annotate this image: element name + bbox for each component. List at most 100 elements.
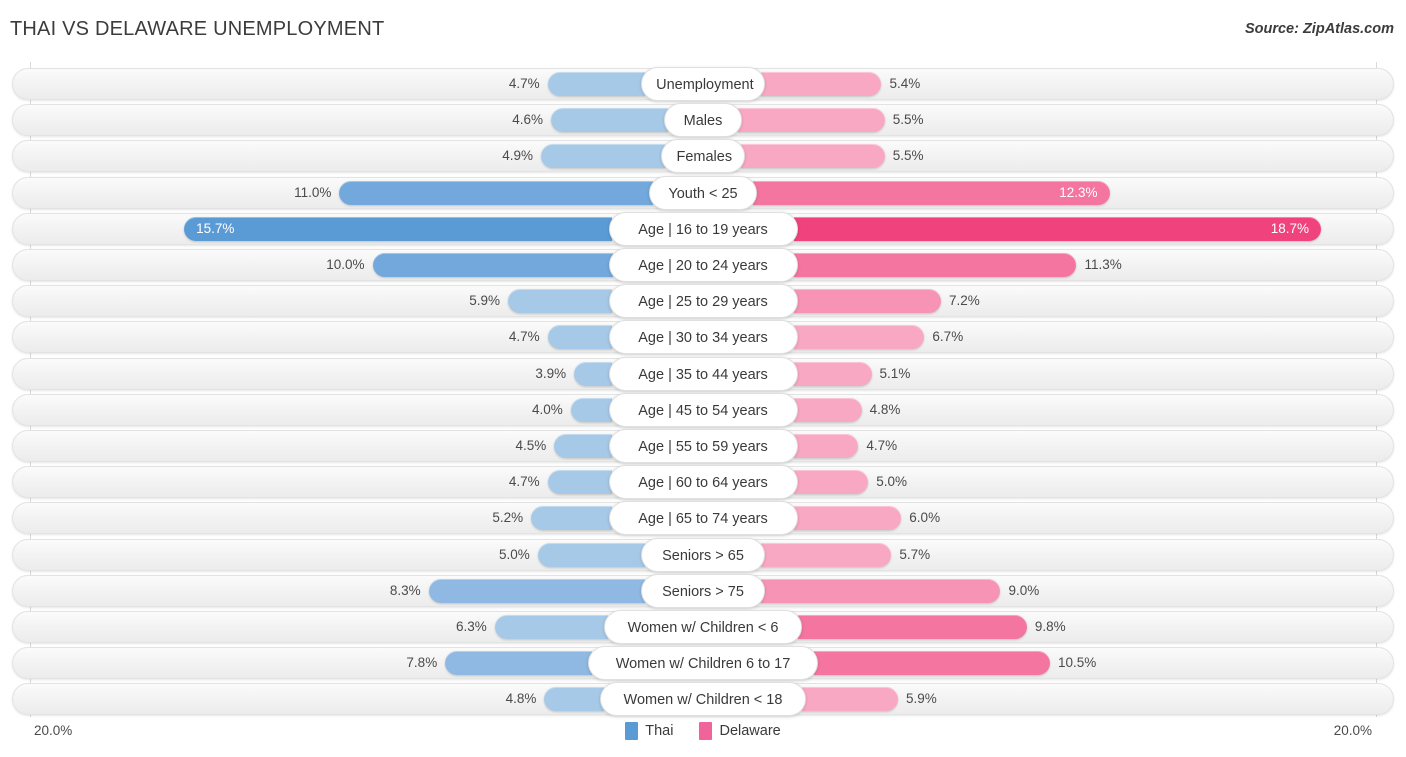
value-label-thai: 10.0% xyxy=(326,257,365,272)
table-row[interactable]: 7.8% 10.5% Women w/ Children 6 to 17 xyxy=(12,646,1394,681)
value-label-delaware: 18.7% xyxy=(1270,220,1310,236)
value-label-thai: 4.7% xyxy=(508,76,540,91)
chart-plot-area: 4.7% 5.4% Unemployment 4.6% 5.5% Males 4.9% 5.5… xyxy=(0,62,1406,717)
bar-delaware[interactable] xyxy=(760,72,882,96)
bar-thai[interactable] xyxy=(541,144,666,169)
row-category-label: Age | 20 to 24 years xyxy=(608,248,798,282)
table-row[interactable]: 5.9% 7.2% Age | 25 to 29 years xyxy=(12,284,1394,319)
value-label-delaware: 9.8% xyxy=(1034,619,1066,634)
row-category-label: Age | 25 to 29 years xyxy=(608,284,798,319)
bar-thai[interactable] xyxy=(372,253,613,277)
bar-delaware[interactable] xyxy=(740,144,885,169)
table-row[interactable]: 3.9% 5.1% Age | 35 to 44 years xyxy=(12,356,1394,391)
bar-thai[interactable] xyxy=(547,72,646,96)
value-label-delaware: 7.2% xyxy=(948,293,980,309)
value-label-delaware: 5.4% xyxy=(889,76,921,91)
value-label-thai: 5.2% xyxy=(492,510,524,526)
value-label-thai: 4.7% xyxy=(508,329,540,345)
value-label-thai: 4.7% xyxy=(508,474,540,490)
legend-item-thai[interactable]: Thai xyxy=(625,722,673,740)
bar-delaware[interactable] xyxy=(793,325,925,350)
legend-swatch-icon xyxy=(699,722,713,740)
value-label-thai: 5.9% xyxy=(469,293,500,309)
value-label-thai: 4.5% xyxy=(515,438,547,453)
bar-delaware[interactable] xyxy=(793,397,862,422)
value-label-delaware: 9.0% xyxy=(1008,582,1040,598)
value-label-delaware: 11.3% xyxy=(1084,257,1122,272)
bar-thai[interactable] xyxy=(445,651,593,676)
value-label-delaware: 5.1% xyxy=(879,365,911,381)
table-row[interactable]: 11.0% 12.3% Youth < 25 xyxy=(12,175,1394,210)
row-category-label: Seniors > 75 xyxy=(641,573,765,608)
bar-thai[interactable] xyxy=(554,434,613,458)
table-row[interactable]: 4.0% 4.8% Age | 45 to 54 years xyxy=(12,392,1394,427)
legend-swatch-icon xyxy=(625,722,639,740)
bar-thai[interactable] xyxy=(494,615,609,639)
value-label-delaware: 4.8% xyxy=(869,401,901,417)
row-category-label: Age | 55 to 59 years xyxy=(608,429,798,463)
value-label-delaware: 4.7% xyxy=(866,438,898,453)
row-category-label: Age | 60 to 64 years xyxy=(608,465,798,500)
bar-thai[interactable] xyxy=(547,470,613,495)
table-row[interactable]: 4.6% 5.5% Males xyxy=(12,103,1394,138)
table-row[interactable]: 10.0% 11.3% Age | 20 to 24 years xyxy=(12,248,1394,282)
bar-delaware[interactable] xyxy=(813,651,1051,676)
value-label-thai: 5.0% xyxy=(498,546,530,562)
bar-thai[interactable] xyxy=(531,506,613,531)
legend-label: Delaware xyxy=(719,723,781,739)
value-label-thai: 8.3% xyxy=(389,582,421,598)
table-row[interactable]: 4.7% 5.4% Unemployment xyxy=(12,67,1394,101)
value-label-thai: 4.9% xyxy=(502,148,534,164)
chart-footer: 20.0% 20.0% Thai Delaware xyxy=(0,717,1406,757)
value-label-delaware: 5.0% xyxy=(876,474,908,490)
bar-thai[interactable] xyxy=(428,578,646,603)
value-label-thai: 6.3% xyxy=(456,619,487,634)
bar-delaware[interactable] xyxy=(793,506,902,531)
bar-delaware[interactable] xyxy=(793,216,1322,241)
value-label-thai: 4.8% xyxy=(505,691,537,707)
value-label-delaware: 6.7% xyxy=(932,329,964,345)
bar-thai[interactable] xyxy=(184,216,613,241)
bar-thai[interactable] xyxy=(544,687,605,712)
table-row[interactable]: 4.7% 6.7% Age | 30 to 34 years xyxy=(12,320,1394,355)
table-row[interactable]: 4.8% 5.9% Women w/ Children < 18 xyxy=(12,682,1394,717)
row-category-label: Women w/ Children < 6 xyxy=(604,610,802,644)
value-label-thai: 15.7% xyxy=(196,220,235,236)
bar-thai[interactable] xyxy=(339,180,654,205)
table-row[interactable]: 8.3% 9.0% Seniors > 75 xyxy=(12,573,1394,608)
bar-delaware[interactable] xyxy=(797,615,1027,639)
bar-thai[interactable] xyxy=(508,289,613,314)
bar-delaware[interactable] xyxy=(738,108,885,133)
row-category-label: Unemployment xyxy=(641,67,765,101)
bar-delaware[interactable] xyxy=(793,434,859,458)
bar-delaware[interactable] xyxy=(760,578,1001,603)
table-row[interactable]: 4.7% 5.0% Age | 60 to 64 years xyxy=(12,465,1394,500)
value-label-delaware: 6.0% xyxy=(909,510,941,526)
value-label-delaware: 12.3% xyxy=(1059,184,1098,200)
bar-thai[interactable] xyxy=(570,397,613,422)
bar-thai[interactable] xyxy=(537,542,646,567)
bar-delaware[interactable] xyxy=(793,289,941,314)
row-category-label: Age | 30 to 34 years xyxy=(608,320,798,355)
row-category-label: Age | 16 to 19 years xyxy=(608,211,798,246)
bar-thai[interactable] xyxy=(547,325,613,350)
table-row[interactable]: 4.9% 5.5% Females xyxy=(12,139,1394,174)
bar-thai[interactable] xyxy=(574,361,613,386)
legend-label: Thai xyxy=(645,723,674,739)
bar-thai[interactable] xyxy=(550,108,668,133)
bar-delaware[interactable] xyxy=(793,470,869,495)
bar-delaware[interactable] xyxy=(793,361,872,386)
bar-delaware[interactable] xyxy=(801,687,898,712)
legend-item-delaware[interactable]: Delaware xyxy=(699,722,781,740)
row-category-label: Age | 35 to 44 years xyxy=(608,356,798,391)
bar-delaware[interactable] xyxy=(760,542,892,567)
table-row[interactable]: 6.3% 9.8% Women w/ Children < 6 xyxy=(12,610,1394,644)
table-row[interactable]: 15.7% 18.7% Age | 16 to 19 years xyxy=(12,211,1394,246)
bar-delaware[interactable] xyxy=(793,253,1077,277)
source-attribution: Source: ZipAtlas.com xyxy=(1244,21,1394,37)
value-label-thai: 3.9% xyxy=(535,365,567,381)
table-row[interactable]: 4.5% 4.7% Age | 55 to 59 years xyxy=(12,429,1394,463)
table-row[interactable]: 5.0% 5.7% Seniors > 65 xyxy=(12,537,1394,572)
table-row[interactable]: 5.2% 6.0% Age | 65 to 74 years xyxy=(12,501,1394,536)
row-category-label: Youth < 25 xyxy=(649,175,757,210)
